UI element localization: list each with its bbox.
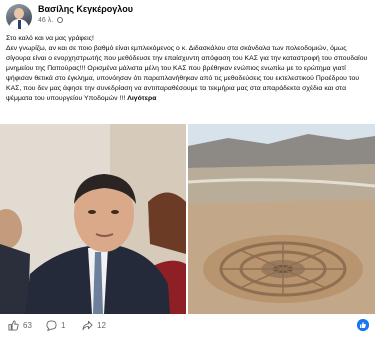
post-time[interactable]: 46 λ.: [38, 17, 53, 24]
shares-count: 12: [97, 321, 106, 330]
likes-count-group[interactable]: 63: [8, 320, 32, 331]
photo-papoura-monument[interactable]: [188, 124, 375, 314]
avatar[interactable]: [6, 4, 32, 30]
shares-count-group[interactable]: 12: [82, 320, 106, 331]
post-text: Στο καλό και να μας γράφεις! Δεν γνωρίζω…: [6, 34, 370, 104]
photo-politician[interactable]: [0, 124, 186, 314]
photo-politician-image: [0, 124, 186, 314]
post-paragraph-2: Δεν γνωρίζω, αν και σε ποιο βαθμό είναι …: [6, 44, 370, 104]
reaction-emoji-icon[interactable]: [357, 319, 369, 331]
author-name[interactable]: Βασίλης Κεγκέρογλου: [38, 4, 133, 14]
comment-icon: [46, 320, 57, 331]
photo-grid: [0, 124, 375, 314]
reaction-like-icon: [357, 319, 369, 331]
post-header: Βασίλης Κεγκέρογλου 46 λ.: [6, 4, 369, 30]
photo-monument-image: [188, 124, 375, 314]
post-meta: 46 λ.: [38, 17, 64, 24]
comments-count: 1: [61, 321, 66, 330]
engagement-bar: 63 1 12: [6, 318, 369, 334]
post-paragraph-1: Στο καλό και να μας γράφεις!: [6, 35, 94, 42]
like-icon: [8, 320, 19, 331]
comments-count-group[interactable]: 1: [46, 320, 65, 331]
share-icon: [82, 320, 93, 331]
see-less-link[interactable]: Λιγότερα: [127, 95, 156, 102]
likes-count: 63: [23, 321, 32, 330]
globe-icon: [57, 17, 64, 23]
post-body: Δεν γνωρίζω, αν και σε ποιο βαθμό είναι …: [6, 45, 368, 102]
